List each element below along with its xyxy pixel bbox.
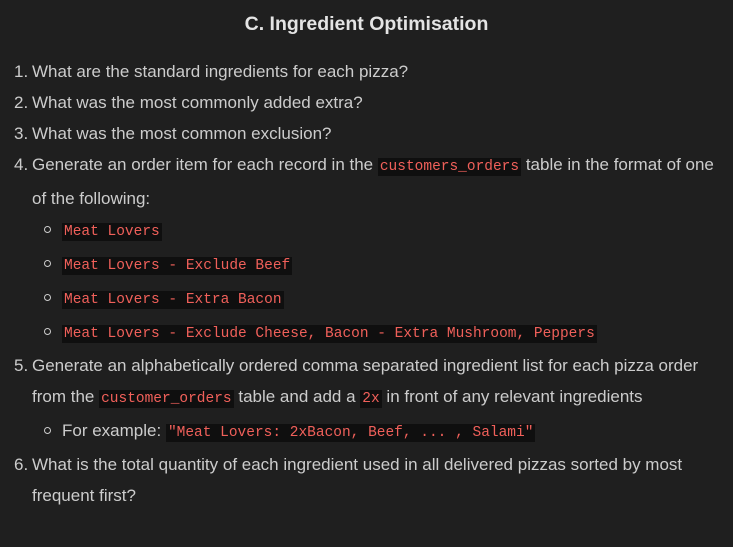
question-1: What are the standard ingredients for ea… [14,56,719,87]
question-list: What are the standard ingredients for ea… [14,56,719,511]
list-item: Meat Lovers - Exclude Cheese, Bacon - Ex… [44,316,719,350]
example-label: For example: [62,421,166,440]
inline-code-2x: 2x [360,390,382,408]
question-1-text: What are the standard ingredients for ea… [32,62,409,81]
inline-code-customers-orders: customers_orders [377,158,522,176]
question-5: Generate an alphabetically ordered comma… [14,350,719,449]
example-list: For example: "Meat Lovers: 2xBacon, Beef… [32,415,719,449]
example-code: "Meat Lovers: 2xBacon, Beef, ... , Salam… [165,424,536,442]
question-6: What is the total quantity of each ingre… [14,449,719,511]
question-4-text-pre: Generate an order item for each record i… [32,155,378,174]
list-item: Meat Lovers [44,214,719,248]
format-example-code: Meat Lovers - Extra Bacon [62,291,284,309]
document-page: C. Ingredient Optimisation What are the … [0,0,733,547]
list-item: Meat Lovers - Exclude Beef [44,248,719,282]
list-item: Meat Lovers - Extra Bacon [44,282,719,316]
question-2-text: What was the most commonly added extra? [32,93,363,112]
section-heading: C. Ingredient Optimisation [244,13,489,35]
question-6-text: What is the total quantity of each ingre… [32,455,683,505]
format-example-code: Meat Lovers [62,223,162,241]
inline-code-customer-orders: customer_orders [99,390,234,408]
list-item: For example: "Meat Lovers: 2xBacon, Beef… [44,415,719,449]
question-5-text-mid: table and add a [233,387,361,406]
format-example-code: Meat Lovers - Exclude Cheese, Bacon - Ex… [62,325,597,343]
format-example-code: Meat Lovers - Exclude Beef [62,257,293,275]
question-5-text-post: in front of any relevant ingredients [381,387,643,406]
question-4: Generate an order item for each record i… [14,149,719,350]
question-2: What was the most commonly added extra? [14,87,719,118]
question-3-text: What was the most common exclusion? [32,124,332,143]
question-3: What was the most common exclusion? [14,118,719,149]
format-examples-list: Meat Lovers Meat Lovers - Exclude Beef M… [32,214,719,350]
